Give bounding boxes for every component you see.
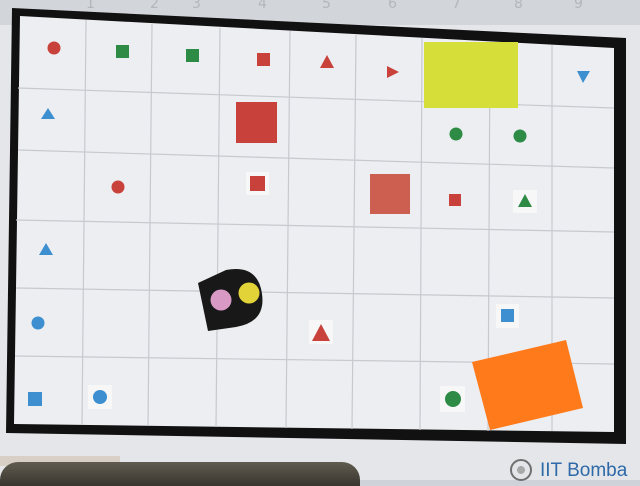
blue-square-marker (28, 392, 42, 406)
column-label: 3 (192, 0, 201, 12)
column-label: 9 (574, 0, 583, 12)
branding-text: IIT Bomba (540, 460, 628, 481)
foreground-shadow (0, 462, 360, 486)
red-circle-marker (47, 41, 61, 55)
green-circle-marker (445, 391, 461, 407)
yellow-zone (424, 42, 518, 108)
large-red-block (236, 102, 277, 143)
blue-circle-marker (93, 390, 107, 404)
red-square-marker (449, 194, 461, 206)
red-square-marker (250, 176, 265, 191)
blue-square-marker (501, 309, 514, 322)
red-circle-marker (111, 180, 125, 194)
robot-yellow-light (238, 282, 260, 304)
green-square-marker (116, 45, 129, 58)
column-label: 1 (86, 0, 95, 12)
red-square-marker (257, 53, 270, 66)
blue-circle-marker (31, 316, 45, 330)
column-label: 2 (150, 0, 159, 12)
robot-pink-light (210, 289, 232, 311)
green-circle-marker (513, 129, 527, 143)
column-label: 6 (388, 0, 397, 12)
column-label: 8 (514, 0, 523, 12)
green-circle-marker (449, 127, 463, 141)
column-label: 4 (258, 0, 267, 12)
iit-seal-icon (510, 459, 532, 481)
large-red-block (370, 174, 410, 214)
arena-scene (0, 0, 640, 462)
column-label: 5 (322, 0, 331, 12)
green-square-marker (186, 49, 199, 62)
column-label: 7 (452, 0, 461, 12)
